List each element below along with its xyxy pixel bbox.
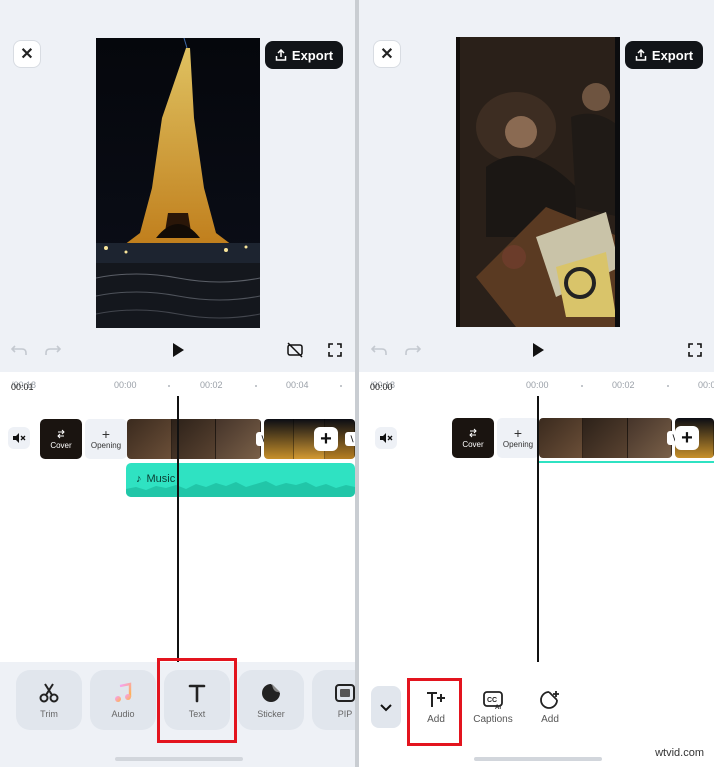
tool-sticker[interactable]: Sticker — [238, 670, 304, 730]
music-label: ♪ Music — [136, 473, 176, 485]
video-clip-1[interactable] — [127, 419, 261, 459]
highlight-box — [157, 658, 237, 743]
svg-text:CC: CC — [487, 697, 497, 704]
text-track-line — [539, 461, 714, 463]
plus-icon: + — [101, 426, 111, 442]
mute-icon[interactable] — [375, 427, 397, 449]
export-button[interactable]: Export — [265, 41, 343, 69]
scissors-icon — [39, 682, 59, 702]
undo-icon[interactable] — [369, 340, 389, 360]
left-editor-panel: ✕ Export 00:01 /00:18 00:00 00:02 00:04 … — [0, 0, 355, 767]
pip-icon — [335, 683, 355, 702]
opening-button[interactable]: + Opening — [497, 418, 539, 458]
timeline[interactable]: 00:01/00:18 00:00 00:02 00:04 Cover + Op… — [0, 372, 355, 662]
fullscreen-icon[interactable] — [325, 340, 345, 360]
captions-ai-icon: CC AI — [483, 691, 503, 710]
export-icon — [635, 49, 647, 61]
chevron-down-icon — [380, 704, 392, 712]
music-track[interactable]: ♪ Music — [126, 463, 355, 497]
redo-icon[interactable] — [43, 340, 63, 360]
swap-icon — [469, 428, 477, 437]
tool-pip[interactable]: PIP — [312, 670, 355, 730]
video-clip-1[interactable] — [539, 418, 672, 458]
tool-trim[interactable]: Trim — [16, 670, 82, 730]
music-note-icon — [115, 682, 132, 702]
screenshot-comparison: ✕ Export 00:01 /00:18 00:00 00:02 00:04 … — [0, 0, 714, 767]
bottom-toolbar: Trim Audio Text Sticker PIP — [0, 658, 355, 767]
video-preview[interactable] — [96, 38, 260, 328]
cover-button[interactable]: Cover — [40, 419, 82, 459]
video-preview[interactable] — [456, 37, 620, 327]
home-indicator — [474, 757, 602, 761]
people-at-table-image — [456, 37, 620, 327]
play-icon[interactable] — [528, 340, 548, 360]
watermark: wtvid.com — [655, 747, 704, 759]
tool-captions[interactable]: CC AI Captions — [467, 690, 519, 730]
svg-text:AI: AI — [495, 705, 501, 710]
playhead[interactable] — [177, 396, 179, 662]
export-button[interactable]: Export — [625, 41, 703, 69]
play-icon[interactable] — [168, 340, 188, 360]
collapse-button[interactable] — [371, 686, 401, 728]
playback-controls — [359, 340, 714, 362]
text-toolbar: Add CC AI Captions Add wtvid.com — [359, 662, 714, 767]
video-clip-2[interactable] — [264, 419, 355, 459]
redo-icon[interactable] — [403, 340, 423, 360]
playback-controls — [0, 340, 355, 362]
add-clip-button[interactable]: + — [314, 427, 338, 451]
keyframe-off-icon[interactable] — [285, 340, 305, 360]
mute-icon[interactable] — [8, 427, 30, 449]
transition-icon[interactable]: ⧵ — [345, 432, 355, 446]
cover-button[interactable]: Cover — [452, 418, 494, 458]
add-clip-button[interactable]: + — [675, 426, 699, 450]
highlight-box — [407, 678, 462, 746]
music-note-icon: ♪ — [136, 473, 142, 485]
right-editor-panel: ✕ Export 00:00 /00:18 00:00 00:02 00:0 C… — [359, 0, 714, 767]
time-ruler: 00:01/00:18 00:00 00:02 00:04 — [0, 378, 355, 392]
eiffel-tower-image — [96, 38, 260, 328]
opening-button[interactable]: + Opening — [85, 419, 127, 459]
add-sticker-icon — [540, 691, 559, 709]
tool-audio[interactable]: Audio — [90, 670, 156, 730]
plus-icon: + — [513, 425, 523, 441]
close-button[interactable]: ✕ — [373, 40, 401, 68]
timeline[interactable]: 00:00/00:18 00:00 00:02 00:04 Cover + Op… — [359, 372, 714, 668]
swap-icon — [57, 429, 65, 438]
tool-add-sticker[interactable]: Add — [524, 690, 576, 730]
close-button[interactable]: ✕ — [13, 40, 41, 68]
undo-icon[interactable] — [9, 340, 29, 360]
home-indicator — [115, 757, 243, 761]
sticker-icon — [262, 683, 280, 702]
playhead[interactable] — [537, 396, 539, 668]
fullscreen-icon[interactable] — [685, 340, 705, 360]
export-icon — [275, 49, 287, 61]
time-ruler: 00:00/00:18 00:00 00:02 00:04 — [370, 380, 714, 392]
